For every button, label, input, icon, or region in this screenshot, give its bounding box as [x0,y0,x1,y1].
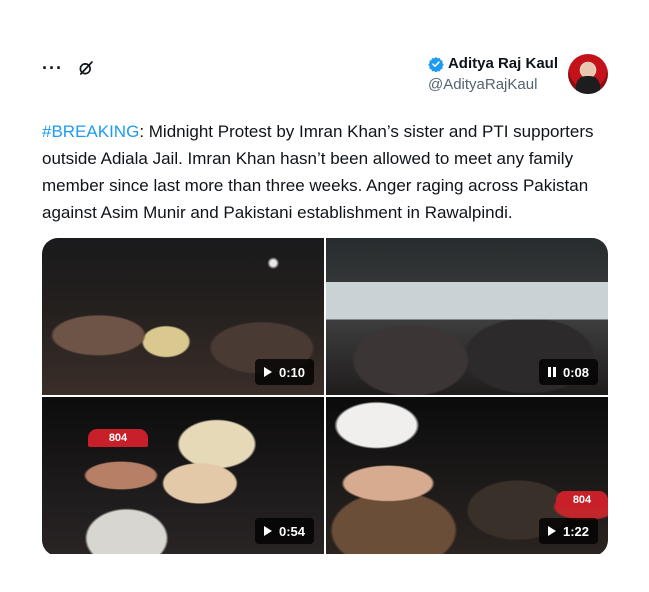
tweet-header: ··· Aditya Raj Kaul @AdityaRajKaul [42,54,608,102]
video-duration-badge: 0:08 [538,359,598,385]
play-icon [263,367,272,377]
display-name-row: Aditya Raj Kaul [428,55,558,72]
avatar[interactable] [568,54,608,94]
more-options-icon[interactable]: ··· [42,58,63,78]
grok-icon[interactable] [77,59,95,77]
pause-icon [547,367,556,377]
video-thumbnail-3[interactable]: 804 0:54 [42,397,324,554]
red-cap: 804 [88,429,148,447]
red-cap: 804 [556,491,608,509]
video-thumbnail-2[interactable]: 0:08 [326,238,608,395]
tweet-text: #BREAKING: Midnight Protest by Imran Kha… [42,118,608,226]
hashtag-link[interactable]: #BREAKING [42,122,139,141]
video-thumbnail-1[interactable]: 0:10 [42,238,324,395]
verified-badge-icon [428,56,444,72]
avatar-body [576,76,600,94]
author-names: Aditya Raj Kaul @AdityaRajKaul [428,55,558,93]
author-display-name[interactable]: Aditya Raj Kaul [448,55,558,72]
video-duration: 1:22 [562,523,589,539]
video-duration-badge: 0:54 [254,518,314,544]
author-block[interactable]: Aditya Raj Kaul @AdityaRajKaul [428,54,608,94]
video-duration-badge: 0:10 [254,359,314,385]
video-thumbnail-4[interactable]: 804 1:22 [326,397,608,554]
video-duration: 0:08 [562,364,589,380]
tweet-actions: ··· [42,58,95,78]
play-icon [547,526,556,536]
author-handle[interactable]: @AdityaRajKaul [428,76,558,93]
play-icon [263,526,272,536]
video-duration-badge: 1:22 [538,518,598,544]
media-grid: 0:10 0:08 804 0:54 804 1:22 [42,238,608,556]
video-duration: 0:10 [278,364,305,380]
video-duration: 0:54 [278,523,305,539]
